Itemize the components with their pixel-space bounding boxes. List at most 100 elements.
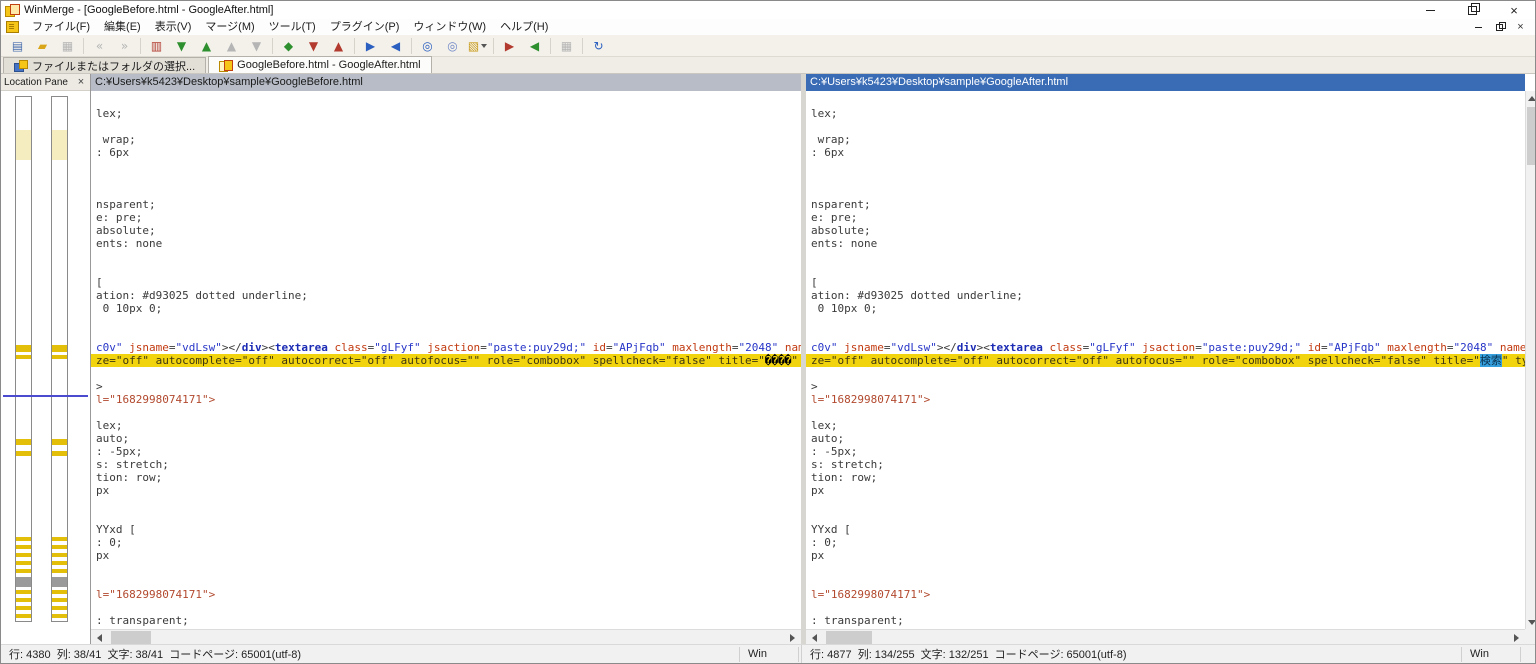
location-bar-1[interactable]: [51, 96, 68, 622]
code-line: [91, 120, 801, 133]
toolbar-diff-context-button[interactable]: ▧: [465, 35, 490, 57]
menu-item-file[interactable]: ファイル(F): [25, 19, 97, 35]
toolbar-save-button[interactable]: ▦: [55, 35, 80, 57]
window-close-button[interactable]: ×: [1493, 1, 1535, 19]
options-icon: ▥: [151, 40, 162, 52]
left-pane-header[interactable]: C:¥Users¥k5423¥Desktop¥sample¥GoogleBefo…: [91, 74, 801, 91]
scrollbar-thumb[interactable]: [111, 631, 151, 645]
diff-mark: [16, 606, 31, 610]
code-line: auto;: [91, 432, 801, 445]
tab-label: GoogleBefore.html - GoogleAfter.html: [237, 59, 420, 71]
code-line: lex;: [91, 107, 801, 120]
mdi-child-icon[interactable]: [6, 21, 19, 33]
vertical-scrollbar[interactable]: [1525, 91, 1536, 629]
toolbar-separator: [493, 38, 494, 54]
right-pane-header[interactable]: C:¥Users¥k5423¥Desktop¥sample¥GoogleAfte…: [806, 74, 1525, 91]
toolbar-next-difference-button[interactable]: ▼: [169, 35, 194, 57]
mdi-close-button[interactable]: ×: [1510, 20, 1531, 34]
toolbar-find-in-files-button[interactable]: ◎: [440, 35, 465, 57]
location-pane-body[interactable]: [1, 91, 90, 646]
redo-icon: »: [121, 40, 128, 52]
code-line: [91, 406, 801, 419]
code-line: : -5px;: [91, 445, 801, 458]
scrollbar-thumb[interactable]: [1527, 107, 1536, 165]
left-status-eol: Win: [739, 647, 799, 662]
toolbar-first-difference-button[interactable]: ▲: [219, 35, 244, 57]
open-icon: ▰: [38, 40, 47, 52]
toolbar-copy-all-to-left-button[interactable]: ◀: [522, 35, 547, 57]
menu-item-tools[interactable]: ツール(T): [262, 19, 323, 35]
code-line: [806, 406, 1525, 419]
code-line: [91, 510, 801, 523]
toolbar-generate-report-button[interactable]: ▦: [554, 35, 579, 57]
location-bar-0[interactable]: [15, 96, 32, 622]
window-minimize-button[interactable]: [1409, 1, 1451, 19]
location-pane-close-button[interactable]: ×: [75, 76, 87, 88]
location-pane-title: Location Pane: [4, 77, 75, 88]
code-line: ents: none: [806, 237, 1525, 250]
diff-mark: [52, 545, 67, 549]
save-icon: ▦: [62, 40, 73, 52]
tab-compare[interactable]: GoogleBefore.html - GoogleAfter.html: [208, 56, 431, 73]
code-line: [806, 159, 1525, 172]
diff-mark: [16, 451, 31, 456]
code-line: : 0;: [91, 536, 801, 549]
code-line: c0v" jsname="vdLsw"></div><textarea clas…: [91, 341, 801, 354]
code-line: ation: #d93025 dotted underline;: [806, 289, 1525, 302]
toolbar-file-open-dialog-button[interactable]: ▤: [5, 35, 30, 57]
menu-item-merge[interactable]: マージ(M): [198, 19, 261, 35]
diff-mark: [16, 614, 31, 618]
menu-item-help[interactable]: ヘルプ(H): [493, 19, 555, 35]
toolbar-previous-conflict-button[interactable]: ▲: [326, 35, 351, 57]
diff-mark: [16, 553, 31, 557]
tab-select-files[interactable]: ファイルまたはフォルダの選択...: [3, 57, 206, 73]
toolbar-find-button[interactable]: ◎: [415, 35, 440, 57]
menu-item-edit[interactable]: 編集(E): [97, 19, 148, 35]
code-line: [806, 601, 1525, 614]
toolbar-current-difference-button[interactable]: ◆: [276, 35, 301, 57]
diff-mark: [52, 537, 67, 541]
toolbar-separator: [140, 38, 141, 54]
window-restore-button[interactable]: [1451, 1, 1493, 19]
toolbar-redo-button[interactable]: »: [112, 35, 137, 57]
toolbar-separator: [272, 38, 273, 54]
code-line: [91, 562, 801, 575]
toolbar-undo-button[interactable]: «: [87, 35, 112, 57]
code-line: [91, 328, 801, 341]
code-line: ents: none: [91, 237, 801, 250]
toolbar-copy-all-to-right-button[interactable]: ▶: [497, 35, 522, 57]
left-editor[interactable]: lex; wrap;: 6pxnsparent;e: pre;absolute;…: [91, 91, 801, 629]
diff-code-line: ze="off" autocomplete="off" autocorrect=…: [806, 354, 1525, 367]
toolbar-previous-difference-button[interactable]: ▲: [194, 35, 219, 57]
menu-item-plugins[interactable]: プラグイン(P): [323, 19, 407, 35]
toolbar-copy-to-right-button[interactable]: ▶: [358, 35, 383, 57]
refresh-icon: ↻: [593, 40, 603, 52]
mdi-minimize-button[interactable]: [1468, 20, 1489, 34]
arrow-up-icon: [1528, 96, 1536, 101]
diff-mark: [16, 561, 31, 565]
toolbar-options-button[interactable]: ▥: [144, 35, 169, 57]
toolbar-copy-to-left-button[interactable]: ◀: [383, 35, 408, 57]
scrollbar-thumb[interactable]: [826, 631, 872, 645]
toolbar-last-difference-button[interactable]: ▼: [244, 35, 269, 57]
menu-item-view[interactable]: 表示(V): [148, 19, 199, 35]
scroll-down-button[interactable]: [1526, 615, 1536, 629]
menu-item-window[interactable]: ウィンドウ(W): [406, 19, 493, 35]
mdi-restore-button[interactable]: [1489, 20, 1510, 34]
toolbar-next-conflict-button[interactable]: ▼: [301, 35, 326, 57]
code-line: : 6px: [806, 146, 1525, 159]
toolbar-open-button[interactable]: ▰: [30, 35, 55, 57]
code-line: c0v" jsname="vdLsw"></div><textarea clas…: [806, 341, 1525, 354]
code-line: [91, 367, 801, 380]
scroll-up-button[interactable]: [1526, 91, 1536, 105]
right-editor[interactable]: lex; wrap;: 6pxnsparent;e: pre;absolute;…: [806, 91, 1525, 629]
diff-mark: [52, 614, 67, 618]
status-bar: 行: 4380 列: 38/41 文字: 38/41 コードページ: 65001…: [1, 644, 1536, 663]
find-in-files-icon: ◎: [447, 40, 457, 52]
file-open-dialog-icon: ▤: [12, 40, 23, 52]
window-title: WinMerge - [GoogleBefore.html - GoogleAf…: [24, 4, 273, 16]
code-line: [806, 510, 1525, 523]
toolbar-refresh-button[interactable]: ↻: [586, 35, 611, 57]
arrow-left-icon: [97, 634, 102, 642]
toolbar-separator: [550, 38, 551, 54]
